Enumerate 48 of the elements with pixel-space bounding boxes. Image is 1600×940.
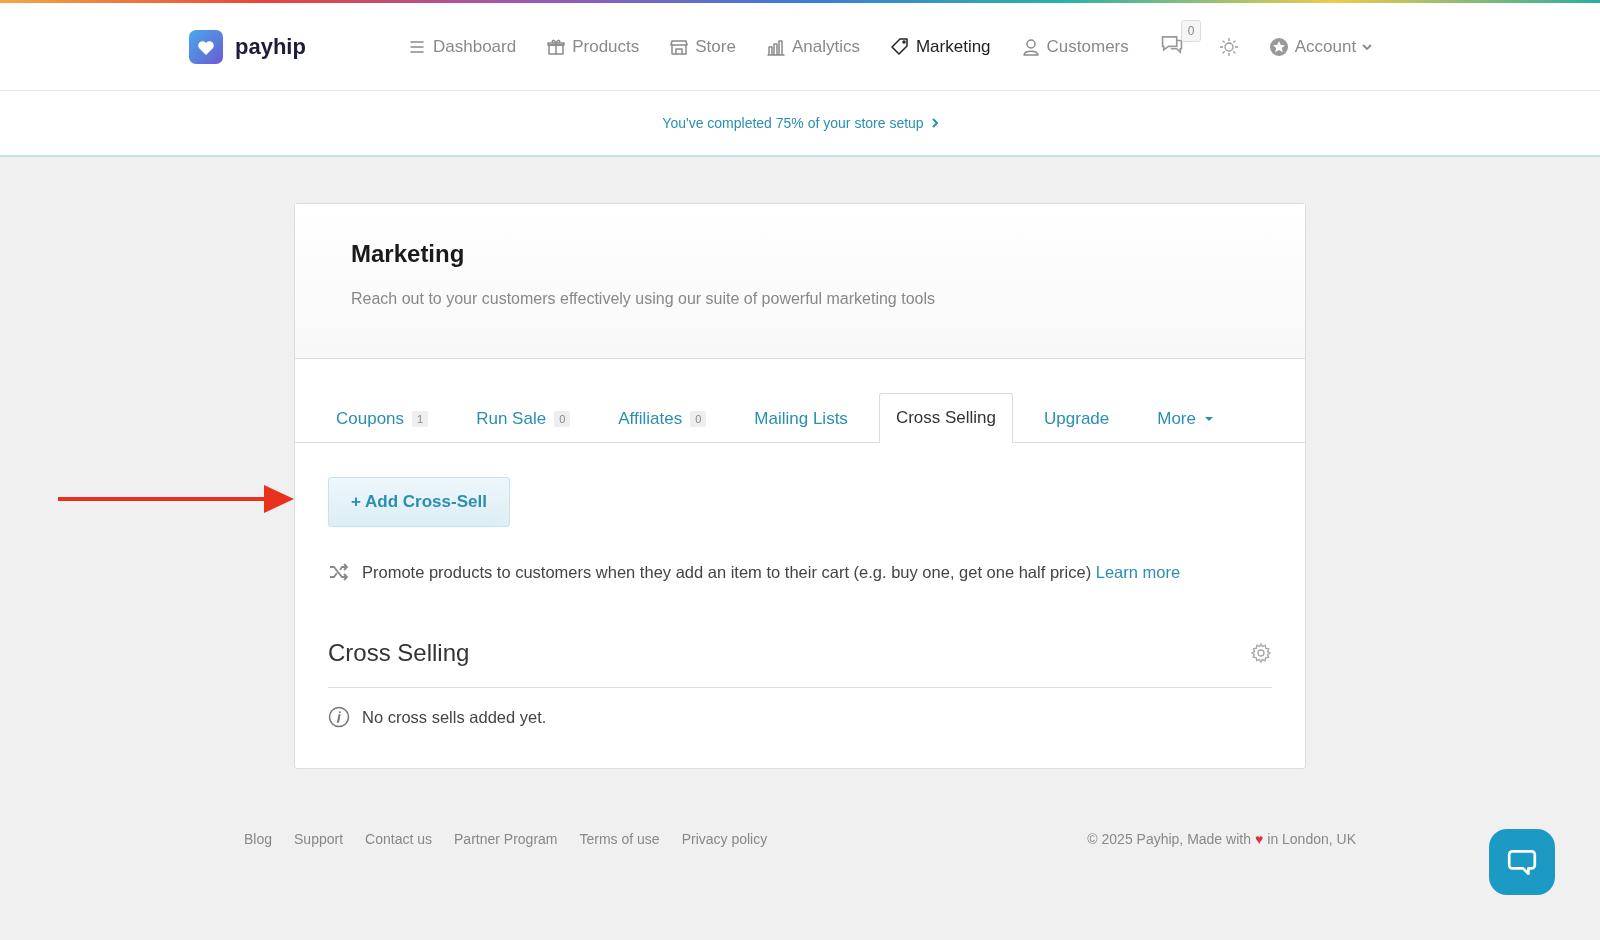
footer-link[interactable]: Terms of use: [579, 831, 660, 847]
nav-link[interactable]: Dashboard: [407, 36, 517, 57]
learn-more-link[interactable]: Learn more: [1095, 562, 1181, 581]
sun-icon[interactable]: [1218, 36, 1239, 57]
section-title: Cross Selling: [328, 639, 470, 667]
tab[interactable]: Coupons 1: [319, 394, 446, 443]
account-menu[interactable]: Account: [1268, 36, 1373, 57]
tab-count: 0: [554, 411, 571, 427]
description-text: Promote products to customers when they add an item to their cart (e.g. buy one, get one half price) Learn more: [362, 562, 1181, 582]
setup-progress-link[interactable]: You've completed 75% of your store setup: [662, 115, 938, 131]
heart-symbol: ♥: [1254, 831, 1264, 847]
person-icon: [1020, 36, 1041, 57]
tab[interactable]: Mailing Lists: [737, 394, 865, 443]
footer-link[interactable]: Contact us: [365, 831, 432, 847]
nav-link[interactable]: Store: [669, 36, 736, 57]
caret-icon: [1362, 43, 1373, 50]
caret-icon: [1204, 416, 1214, 422]
info-icon: [328, 706, 350, 728]
footer-link[interactable]: Support: [294, 831, 344, 847]
shuffle-icon: [328, 561, 350, 583]
chat-button[interactable]: [1489, 829, 1555, 895]
nav-link[interactable]: Customers: [1020, 36, 1129, 57]
footer-link[interactable]: Blog: [244, 831, 273, 847]
tab-count: 0: [690, 411, 707, 427]
footer-link[interactable]: Privacy policy: [681, 831, 768, 847]
empty-message: No cross sells added yet.: [362, 707, 547, 727]
logo-icon[interactable]: [189, 29, 223, 64]
tab[interactable]: Affiliates 0: [601, 394, 724, 443]
star-badge-icon: [1268, 36, 1289, 57]
location-text: in London, UK: [1267, 831, 1356, 847]
nav-link[interactable]: Products: [546, 36, 640, 57]
nav-link[interactable]: Analytics: [765, 36, 860, 57]
page-subtitle: Reach out to your customers effectively using our suite of powerful marketing tools: [351, 290, 936, 308]
tab-count: 1: [412, 411, 429, 427]
tab[interactable]: More: [1140, 394, 1231, 443]
price-tag-icon: [889, 36, 910, 57]
tab[interactable]: Cross Selling: [878, 393, 1014, 443]
page-title: Marketing: [351, 240, 466, 268]
chevron-right-icon: [931, 118, 938, 128]
tab[interactable]: Run Sale 0: [459, 394, 588, 443]
copyright-text: © 2025 Payhip, Made with: [1087, 831, 1251, 847]
brand-name: payhip: [235, 33, 306, 60]
nav-link[interactable]: Marketing: [889, 36, 991, 57]
tab[interactable]: Upgrade: [1027, 394, 1127, 443]
message-count: 0: [1180, 19, 1202, 42]
add-cross-sell-button[interactable]: + Add Cross-Sell: [328, 477, 510, 527]
settings-icon[interactable]: [1250, 642, 1272, 664]
footer-link[interactable]: Partner Program: [454, 831, 558, 847]
